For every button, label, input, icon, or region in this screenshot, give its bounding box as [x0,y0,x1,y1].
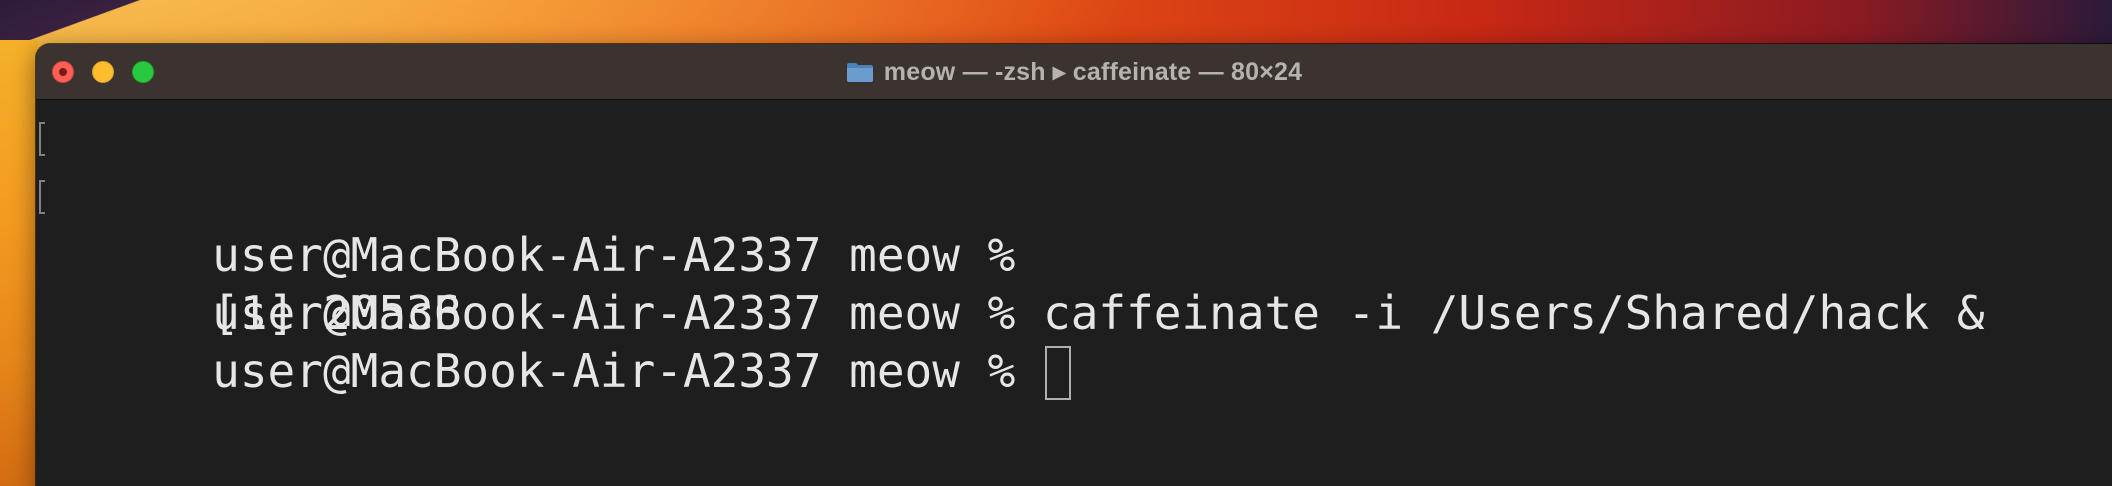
folder-icon [846,63,873,82]
terminal-line: user@MacBook-Air-A2337 meow % caffeinate… [36,168,2112,340]
terminal-line: user@MacBook-Air-A2337 meow % [36,110,2112,282]
mark-bracket-icon [39,180,45,214]
window-title-group: meow — -zsh ▸ caffeinate — 80×24 [36,44,2112,100]
desktop-wallpaper-edge [0,40,38,486]
terminal-line-text: user@MacBook-Air-A2337 meow % [212,344,1044,398]
terminal-prompt-line[interactable]: user@MacBook-Air-A2337 meow % [36,284,2112,400]
mark-bracket-icon [39,122,45,156]
terminal-window: meow — -zsh ▸ caffeinate — 80×24 user@Ma… [36,44,2112,486]
title-bar[interactable]: meow — -zsh ▸ caffeinate — 80×24 [36,44,2112,100]
terminal-line: [1] 20536 [36,226,2112,340]
terminal-content[interactable]: user@MacBook-Air-A2337 meow % user@MacBo… [36,100,2112,486]
text-cursor [1045,345,1072,400]
window-title: meow — -zsh ▸ caffeinate — 80×24 [883,58,1303,86]
